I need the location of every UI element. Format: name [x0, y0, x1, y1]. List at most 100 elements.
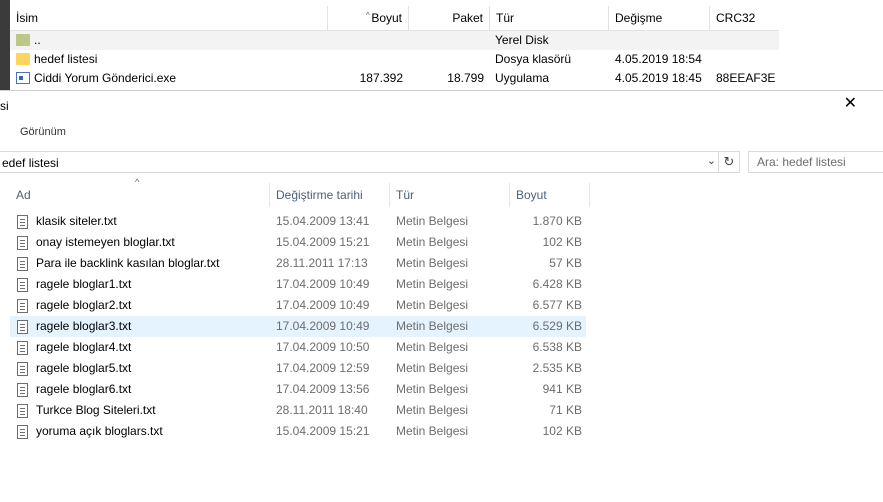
archive-col-modified[interactable]: Değişme — [609, 6, 710, 30]
chevron-down-icon[interactable]: ⌄ — [707, 154, 716, 167]
file-row[interactable]: ragele bloglar6.txt 17.04.2009 13:56 Metin… — [10, 379, 586, 400]
column-date-modified[interactable]: Değiştirme tarihi — [270, 183, 390, 207]
file-date: 28.11.2011 17:13 — [276, 256, 368, 270]
explorer-window: si ✕ Görünüm edef listesi ⌄ ↻ ^ Ad Değiş… — [0, 90, 883, 502]
column-name[interactable]: Ad — [10, 183, 270, 207]
file-name: ragele bloglar5.txt — [36, 361, 132, 375]
archive-col-packed[interactable]: Paket — [409, 6, 490, 30]
file-type: Metin Belgesi — [396, 235, 469, 249]
text-file-icon — [17, 257, 28, 271]
text-file-icon — [17, 299, 28, 313]
text-file-icon — [17, 236, 28, 250]
archive-col-name[interactable]: İsim — [10, 6, 328, 30]
archive-col-size[interactable]: ^ Boyut — [328, 6, 409, 30]
archive-row-modified: 4.05.2019 18:54 — [615, 52, 702, 66]
file-date: 17.04.2009 10:50 — [276, 340, 370, 354]
file-row[interactable]: ragele bloglar1.txt 17.04.2009 10:49 Metin… — [10, 274, 586, 295]
window-edge — [0, 0, 10, 90]
archive-row-type: Uygulama — [495, 71, 550, 85]
file-type: Metin Belgesi — [396, 424, 469, 438]
file-date: 17.04.2009 10:49 — [276, 277, 370, 291]
file-size: 57 KB — [549, 256, 582, 270]
file-type: Metin Belgesi — [396, 277, 469, 291]
file-size: 102 KB — [542, 235, 582, 249]
address-bar[interactable]: edef listesi ⌄ — [0, 151, 719, 173]
archive-row-exe[interactable]: Ciddi Yorum Gönderici.exe 187.392 18.799… — [10, 69, 779, 88]
file-row[interactable]: yoruma açık bloglars.txt 15.04.2009 15:21… — [10, 421, 586, 442]
file-type: Metin Belgesi — [396, 340, 469, 354]
file-size: 102 KB — [542, 424, 582, 438]
file-name: ragele bloglar6.txt — [36, 382, 132, 396]
column-type[interactable]: Tür — [390, 183, 510, 207]
file-row[interactable]: ragele bloglar3.txt 17.04.2009 10:49 Metin… — [10, 316, 586, 337]
file-row[interactable]: ragele bloglar4.txt 17.04.2009 10:50 Metin… — [10, 337, 586, 358]
archive-row-type: Dosya klasörü — [495, 52, 572, 66]
archive-row-packed: 18.799 — [447, 71, 484, 85]
archive-row-folder[interactable]: hedef listesi Dosya klasörü 4.05.2019 18… — [10, 50, 779, 69]
file-name: Turkce Blog Siteleri.txt — [36, 403, 156, 417]
close-icon[interactable]: ✕ — [844, 93, 857, 113]
archive-row-name: .. — [34, 33, 41, 47]
refresh-icon[interactable]: ↻ — [718, 151, 740, 173]
archive-column-header: İsim ^ Boyut Paket Tür Değişme CRC32 — [10, 6, 779, 31]
text-file-icon — [17, 425, 28, 439]
file-type: Metin Belgesi — [396, 319, 469, 333]
file-size: 6.529 KB — [532, 319, 582, 333]
archive-row-parent[interactable]: .. Yerel Disk — [10, 31, 779, 50]
window-title: si — [0, 99, 9, 113]
file-size: 2.535 KB — [532, 361, 582, 375]
search-box[interactable] — [748, 151, 883, 173]
column-size[interactable]: Boyut — [510, 183, 590, 207]
text-file-icon — [17, 215, 28, 229]
file-date: 15.04.2009 13:41 — [276, 214, 370, 228]
file-size: 6.577 KB — [532, 298, 582, 312]
file-name: ragele bloglar3.txt — [36, 319, 132, 333]
text-file-icon — [17, 320, 28, 334]
file-type: Metin Belgesi — [396, 256, 469, 270]
text-file-icon — [17, 341, 28, 355]
file-name: Para ile backlink kasılan bloglar.txt — [36, 256, 220, 270]
file-date: 15.04.2009 15:21 — [276, 235, 370, 249]
file-type: Metin Belgesi — [396, 214, 469, 228]
file-row[interactable]: ragele bloglar5.txt 17.04.2009 12:59 Metin… — [10, 358, 586, 379]
archive-col-size-label: Boyut — [371, 11, 402, 25]
folder-icon — [16, 53, 30, 65]
archive-row-type: Yerel Disk — [495, 33, 549, 47]
file-size: 6.428 KB — [532, 277, 582, 291]
file-name: ragele bloglar2.txt — [36, 298, 132, 312]
file-row[interactable]: Para ile backlink kasılan bloglar.txt 28.… — [10, 253, 586, 274]
file-size: 941 KB — [542, 382, 582, 396]
file-row[interactable]: Turkce Blog Siteleri.txt 28.11.2011 18:40… — [10, 400, 586, 421]
file-date: 15.04.2009 15:21 — [276, 424, 370, 438]
file-name: klasik siteler.txt — [36, 214, 117, 228]
file-name: onay istemeyen bloglar.txt — [36, 235, 175, 249]
archive-row-name: hedef listesi — [34, 52, 98, 66]
text-file-icon — [17, 278, 28, 292]
file-row[interactable]: klasik siteler.txt 15.04.2009 13:41 Metin … — [10, 211, 586, 232]
ribbon-tab-view[interactable]: Görünüm — [20, 126, 66, 138]
file-type: Metin Belgesi — [396, 382, 469, 396]
archive-row-crc: 88EEAF3E — [716, 71, 776, 85]
search-input[interactable] — [749, 152, 883, 172]
text-file-icon — [17, 362, 28, 376]
archive-col-crc[interactable]: CRC32 — [710, 6, 779, 30]
file-type: Metin Belgesi — [396, 403, 469, 417]
file-row[interactable]: ragele bloglar2.txt 17.04.2009 10:49 Metin… — [10, 295, 586, 316]
file-row[interactable]: onay istemeyen bloglar.txt 15.04.2009 15:… — [10, 232, 586, 253]
text-file-icon — [17, 404, 28, 418]
file-size: 6.538 KB — [532, 340, 582, 354]
folder-up-icon — [16, 34, 30, 46]
archive-row-name: Ciddi Yorum Gönderici.exe — [34, 71, 177, 85]
file-name: yoruma açık bloglars.txt — [36, 424, 163, 438]
file-date: 17.04.2009 10:49 — [276, 298, 370, 312]
archive-col-type[interactable]: Tür — [490, 6, 609, 30]
archive-row-size: 187.392 — [359, 71, 403, 85]
archive-file-list: İsim ^ Boyut Paket Tür Değişme CRC32 .. … — [0, 0, 883, 90]
file-date: 28.11.2011 18:40 — [276, 403, 368, 417]
file-size: 71 KB — [549, 403, 582, 417]
file-date: 17.04.2009 12:59 — [276, 361, 370, 375]
exe-icon — [16, 72, 30, 84]
file-size: 1.870 KB — [532, 214, 582, 228]
address-path: edef listesi — [2, 156, 59, 170]
sort-ascending-icon: ^ — [366, 11, 370, 20]
